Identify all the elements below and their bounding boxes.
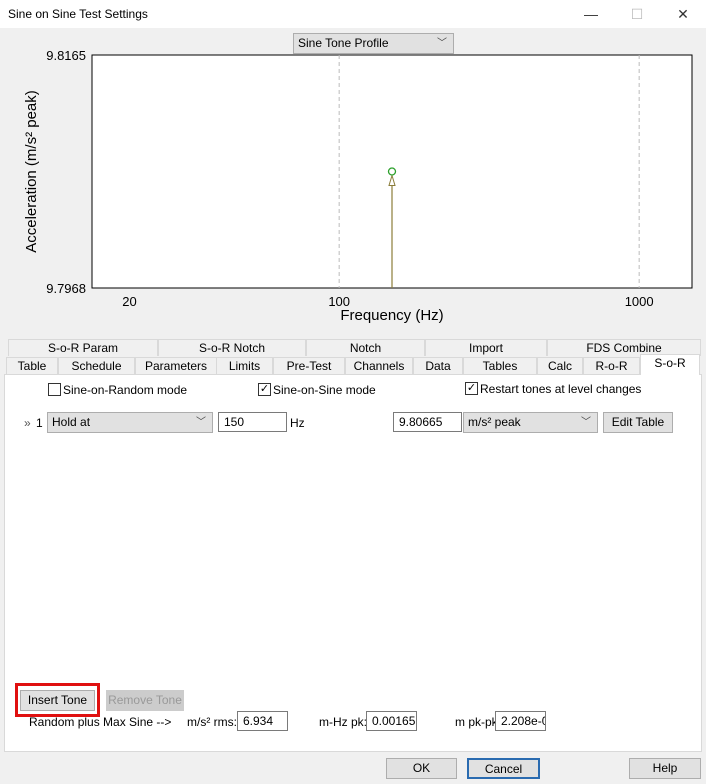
maximize-button[interactable]: ☐: [614, 0, 660, 28]
tab-import[interactable]: Import: [425, 339, 547, 356]
sine-on-random-checkbox[interactable]: [48, 383, 61, 396]
level-unit-select[interactable]: m/s² peak ﹀: [463, 412, 598, 433]
tone-index: 1: [36, 416, 43, 430]
ok-button[interactable]: OK: [386, 758, 457, 779]
title-bar: Sine on Sine Test Settings — ☐ ✕: [0, 0, 706, 28]
window-title: Sine on Sine Test Settings: [8, 7, 148, 21]
tab-s-o-r-notch[interactable]: S-o-R Notch: [158, 339, 306, 356]
chevron-down-icon: ﹀: [196, 417, 206, 428]
chevron-down-icon: ﹀: [581, 417, 591, 428]
tone-point: [387, 167, 397, 176]
minimize-button[interactable]: —: [568, 0, 614, 28]
mhz-input[interactable]: 0.00165(: [366, 711, 417, 731]
mhz-label: m-Hz pk:: [319, 715, 367, 729]
tab-tables[interactable]: Tables: [463, 357, 537, 374]
rms-label: m/s² rms:: [187, 715, 237, 729]
tab-notch[interactable]: Notch: [306, 339, 425, 356]
row-marker: »: [24, 416, 31, 430]
y-tick-label: 9.8165: [46, 48, 86, 63]
tab-r-o-r[interactable]: R-o-R: [583, 357, 640, 374]
y-axis-label: Acceleration (m/s² peak): [23, 90, 40, 253]
tab-parameters[interactable]: Parameters: [135, 357, 217, 374]
tab-s-o-r[interactable]: S-o-R: [640, 354, 700, 375]
restart-tones-checkbox[interactable]: ✓: [465, 382, 478, 395]
mpk-input[interactable]: 2.208e-0: [495, 711, 546, 731]
mpk-label: m pk-pk: [455, 715, 498, 729]
tab-calc[interactable]: Calc: [537, 357, 583, 374]
tab-data[interactable]: Data: [413, 357, 463, 374]
tone-mode-value: Hold at: [52, 415, 91, 429]
level-input[interactable]: 9.80665: [393, 412, 462, 432]
x-tick-label: 20: [122, 294, 136, 309]
close-button[interactable]: ✕: [660, 0, 706, 28]
tab-table[interactable]: Table: [6, 357, 58, 374]
sine-on-sine-label: Sine-on-Sine mode: [273, 383, 376, 397]
tab-schedule[interactable]: Schedule: [58, 357, 135, 374]
restart-tones-label: Restart tones at level changes: [480, 382, 642, 396]
tone-mode-select[interactable]: Hold at ﹀: [47, 412, 213, 433]
level-unit-value: m/s² peak: [468, 415, 521, 429]
tab-s-o-r-param[interactable]: S-o-R Param: [8, 339, 158, 356]
edit-table-button[interactable]: Edit Table: [603, 412, 673, 433]
x-axis-label: Frequency (Hz): [340, 307, 443, 324]
frequency-unit: Hz: [290, 416, 305, 430]
insert-tone-button[interactable]: Insert Tone: [20, 690, 95, 711]
x-tick-label: 1000: [625, 294, 654, 309]
help-button[interactable]: Help: [629, 758, 701, 779]
frequency-input[interactable]: 150: [218, 412, 287, 432]
tab-limits[interactable]: Limits: [216, 357, 273, 374]
sine-on-random-label: Sine-on-Random mode: [63, 383, 188, 397]
summary-label: Random plus Max Sine -->: [29, 715, 172, 729]
chart: 20 100 10009.81659.7968Frequency (Hz)Accel…: [23, 48, 693, 324]
tab-channels[interactable]: Channels: [345, 357, 413, 374]
cancel-button[interactable]: Cancel: [467, 758, 540, 779]
remove-tone-button[interactable]: Remove Tone: [106, 690, 184, 711]
sine-on-sine-checkbox[interactable]: ✓: [258, 383, 271, 396]
rms-input[interactable]: 6.934: [237, 711, 288, 731]
tab-pre-test[interactable]: Pre-Test: [273, 357, 345, 374]
y-tick-label: 9.7968: [46, 281, 86, 296]
